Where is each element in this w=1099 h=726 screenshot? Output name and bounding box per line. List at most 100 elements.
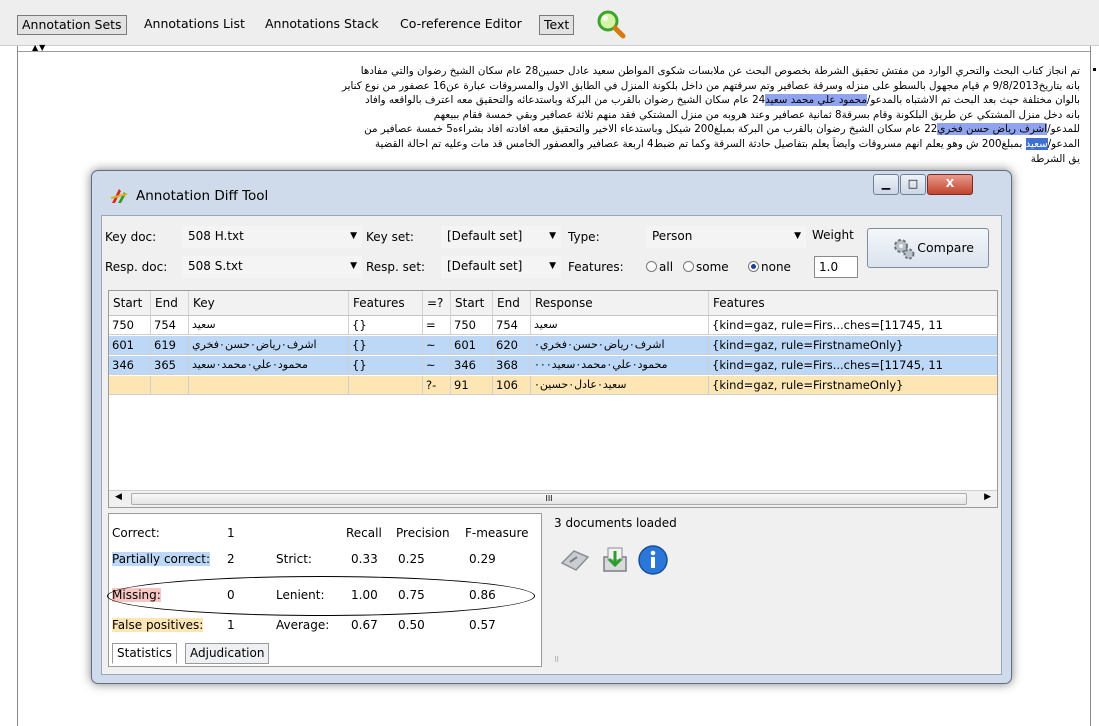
doc-line: بانه بتاريخ9/8/2013 م قيام مجهول بالسطو … xyxy=(26,79,1080,94)
dropdown-arrow-icon: ▼ xyxy=(350,261,357,271)
text-button[interactable]: Text xyxy=(539,15,575,35)
col-header-key-features[interactable]: Features xyxy=(349,291,423,316)
annotations-stack-button[interactable]: Annotations Stack xyxy=(261,15,383,35)
table-cell: 106 xyxy=(493,376,531,395)
table-row[interactable]: 750 754 سعيد {} = 750 754 سعيد {kind=gaz… xyxy=(109,316,997,335)
table-cell: ~ xyxy=(423,336,451,355)
doc-text-run: 22 عام سكان الشيخ رضوان بالقرب من البركة… xyxy=(364,123,938,136)
type-label: Type: xyxy=(568,230,600,244)
col-header-match[interactable]: =? xyxy=(423,291,451,316)
features-some-option[interactable]: some xyxy=(683,260,729,274)
dialog-body: Key doc: 508 H.txt ▼ Key set: [Default se… xyxy=(101,215,1002,675)
type-value: Person xyxy=(652,229,693,243)
precision-header: Precision xyxy=(396,526,450,540)
doc-text-run: المدعو/ xyxy=(1047,137,1080,150)
horizontal-scrollbar[interactable]: ◀ III ▶ xyxy=(109,490,997,507)
col-header-resp-end[interactable]: End xyxy=(493,291,531,316)
doc-line: للمدعو/اشرف رياض حسن فخري22 عام سكان الش… xyxy=(26,122,1080,137)
correct-label: Correct: xyxy=(112,526,160,540)
download-icon[interactable] xyxy=(598,543,632,577)
resp-set-select[interactable]: [Default set] ▼ xyxy=(441,256,561,278)
radio-label: none xyxy=(761,260,791,274)
info-icon[interactable] xyxy=(636,543,670,577)
average-precision: 0.50 xyxy=(398,618,425,632)
fmeasure-header: F-measure xyxy=(465,526,529,540)
resp-doc-label: Resp. doc: xyxy=(105,260,168,274)
resize-grip-icon[interactable]: ⠿ xyxy=(554,656,559,664)
splitter-arrows-icon[interactable]: ▲▼ xyxy=(32,43,46,52)
table-cell: محمود٠علي٠محمد٠سعيد xyxy=(189,356,349,375)
resp-set-label: Resp. set: xyxy=(366,260,426,274)
key-doc-select[interactable]: 508 H.txt ▼ xyxy=(182,226,362,248)
features-all-option[interactable]: all xyxy=(646,260,673,274)
dialog-titlebar[interactable]: Annotation Diff Tool ▁ □ X xyxy=(92,171,1011,215)
doc-text-run: 24 عام سكان الشيخ رضوان بالقرب من البركة… xyxy=(365,94,766,107)
dropdown-arrow-icon: ▼ xyxy=(549,261,556,271)
close-button[interactable]: X xyxy=(927,174,973,195)
col-header-key[interactable]: Key xyxy=(189,291,349,316)
col-header-response[interactable]: Response xyxy=(531,291,709,316)
table-cell: {} xyxy=(349,356,423,375)
average-fmeasure: 0.57 xyxy=(469,618,496,632)
highlighted-annotation[interactable]: محمود علي محمد سعيد xyxy=(765,94,867,107)
table-cell: {kind=gaz, rule=Firs...ches=[11745, 11 xyxy=(709,316,997,335)
table-row[interactable]: ?- 91 106 سعيد٠عادل٠حسين٠ {kind=gaz, rul… xyxy=(109,376,997,395)
table-row[interactable]: 601 619 اشرف٠رياض٠حسن٠فخري {} ~ 601 620 … xyxy=(109,336,997,355)
weight-input[interactable]: 1.0 xyxy=(814,256,858,278)
table-header: Start End Key Features =? Start End Resp… xyxy=(109,291,997,316)
magnifier-icon[interactable] xyxy=(594,8,628,42)
key-doc-value: 508 H.txt xyxy=(188,229,244,243)
scroll-thumb[interactable]: III xyxy=(131,493,967,505)
type-select[interactable]: Person ▼ xyxy=(646,226,806,248)
table-cell: اشرف٠رياض٠حسن٠فخري xyxy=(189,336,349,355)
table-cell: 620 xyxy=(493,336,531,355)
minimize-button[interactable]: ▁ xyxy=(873,174,899,195)
weight-label: Weight xyxy=(812,228,854,242)
radio-icon xyxy=(646,261,657,272)
radio-label: some xyxy=(696,260,729,274)
doc-line: تم انجاز كتاب البحث والتحري الوارد من مف… xyxy=(26,64,1080,79)
hand-drawn-ellipse xyxy=(107,576,535,616)
compare-button[interactable]: Compare xyxy=(867,228,989,268)
table-cell: {kind=gaz, rule=FirstnameOnly} xyxy=(709,336,997,355)
table-row[interactable]: 346 365 محمود٠علي٠محمد٠سعيد {} ~ 346 368… xyxy=(109,356,997,375)
doc-line: بالوان مختلفة حيث بعد البحث تم الاشتباه … xyxy=(26,93,1080,108)
key-set-label: Key set: xyxy=(366,230,414,244)
table-cell: {kind=gaz, rule=FirstnameOnly} xyxy=(709,376,997,395)
scroll-right-icon[interactable]: ▶ xyxy=(984,492,991,502)
diff-results-table[interactable]: Start End Key Features =? Start End Resp… xyxy=(108,290,998,508)
selected-annotation[interactable]: سعيد xyxy=(1025,137,1048,150)
doc-text-run: للمدعو/ xyxy=(1047,123,1080,136)
tab-statistics[interactable]: Statistics xyxy=(112,643,177,664)
compare-label: Compare xyxy=(917,240,974,255)
key-set-select[interactable]: [Default set] ▼ xyxy=(441,226,561,248)
col-header-key-end[interactable]: End xyxy=(151,291,189,316)
features-none-option[interactable]: none xyxy=(748,260,791,274)
highlighted-annotation[interactable]: اشرف رياض حسن فخري xyxy=(937,123,1048,136)
strict-recall: 0.33 xyxy=(351,552,378,566)
dropdown-arrow-icon: ▼ xyxy=(794,231,801,241)
radio-label: all xyxy=(659,260,674,274)
table-cell: = xyxy=(423,316,451,335)
table-cell: 346 xyxy=(109,356,151,375)
panel-splitter[interactable]: ▲▼ xyxy=(18,43,1090,52)
annotations-list-button[interactable]: Annotations List xyxy=(140,15,249,35)
export-document-icon[interactable] xyxy=(558,543,592,577)
resp-doc-select[interactable]: 508 S.txt ▼ xyxy=(182,256,362,278)
col-header-resp-start[interactable]: Start xyxy=(451,291,493,316)
document-text[interactable]: تم انجاز كتاب البحث والتحري الوارد من مف… xyxy=(26,64,1080,166)
coreference-editor-button[interactable]: Co-reference Editor xyxy=(396,15,526,35)
radio-selected-icon xyxy=(748,261,759,272)
table-cell: سعيد xyxy=(189,316,349,335)
annotation-sets-button[interactable]: Annotation Sets xyxy=(17,15,127,35)
maximize-button[interactable]: □ xyxy=(900,174,926,195)
table-cell: 365 xyxy=(151,356,189,375)
col-header-key-start[interactable]: Start xyxy=(109,291,151,316)
scroll-left-icon[interactable]: ◀ xyxy=(115,492,122,502)
col-header-resp-features[interactable]: Features xyxy=(709,291,997,316)
tab-adjudication[interactable]: Adjudication xyxy=(185,643,270,664)
resp-set-value: [Default set] xyxy=(447,259,523,273)
table-cell: اشرف٠رياض٠حسن٠فخري٠ xyxy=(531,336,709,355)
gears-icon xyxy=(894,239,915,260)
doc-line: بانه دخل منزل المشتكي عن طريق البلكونة و… xyxy=(26,108,1080,123)
